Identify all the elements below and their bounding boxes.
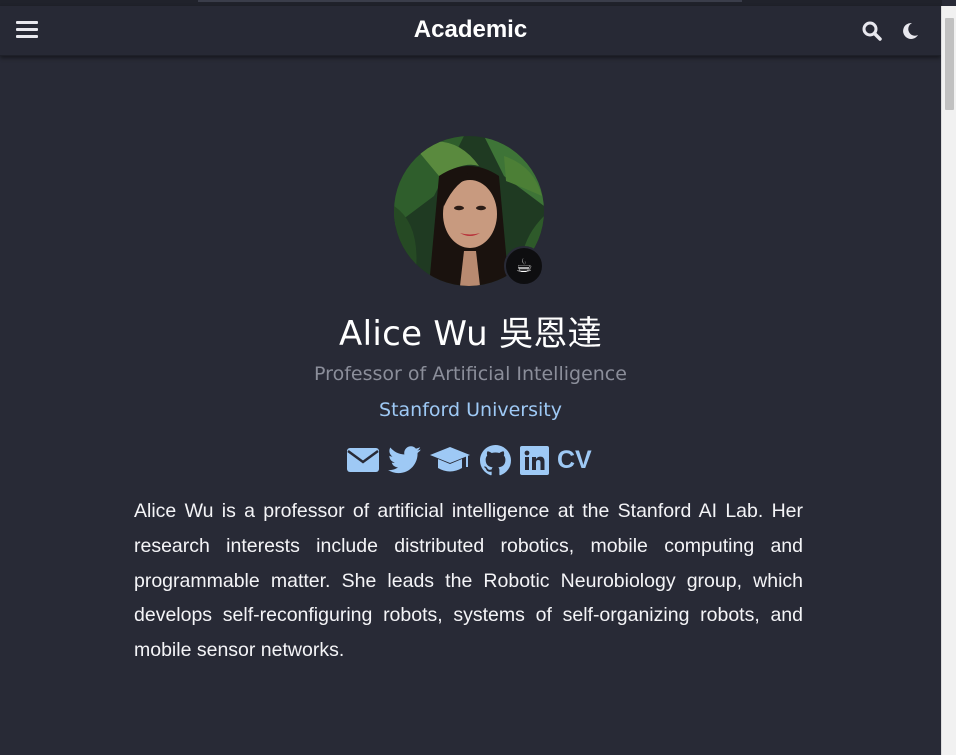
moon-icon[interactable] [899, 20, 921, 42]
scrollbar-thumb[interactable] [945, 18, 954, 110]
profile-name: Alice Wu 吳恩達 [339, 314, 602, 354]
envelope-icon[interactable] [346, 443, 380, 477]
organization-link[interactable]: Stanford University [0, 399, 941, 421]
biography-text: Alice Wu is a professor of artificial in… [134, 500, 803, 662]
site-brand[interactable]: Academic [0, 16, 941, 44]
page-scrollbar[interactable] [941, 6, 956, 755]
linkedin-icon[interactable] [520, 443, 549, 477]
search-icon[interactable] [861, 20, 883, 42]
github-icon[interactable] [480, 443, 511, 477]
graduation-cap-icon[interactable] [430, 443, 470, 477]
profile-role: Professor of Artificial Intelligence [314, 363, 627, 385]
twitter-icon[interactable] [388, 443, 421, 477]
cv-link[interactable]: CV [557, 443, 592, 477]
navbar: Academic [0, 6, 941, 56]
status-emoji-badge: ☕ [504, 246, 544, 286]
